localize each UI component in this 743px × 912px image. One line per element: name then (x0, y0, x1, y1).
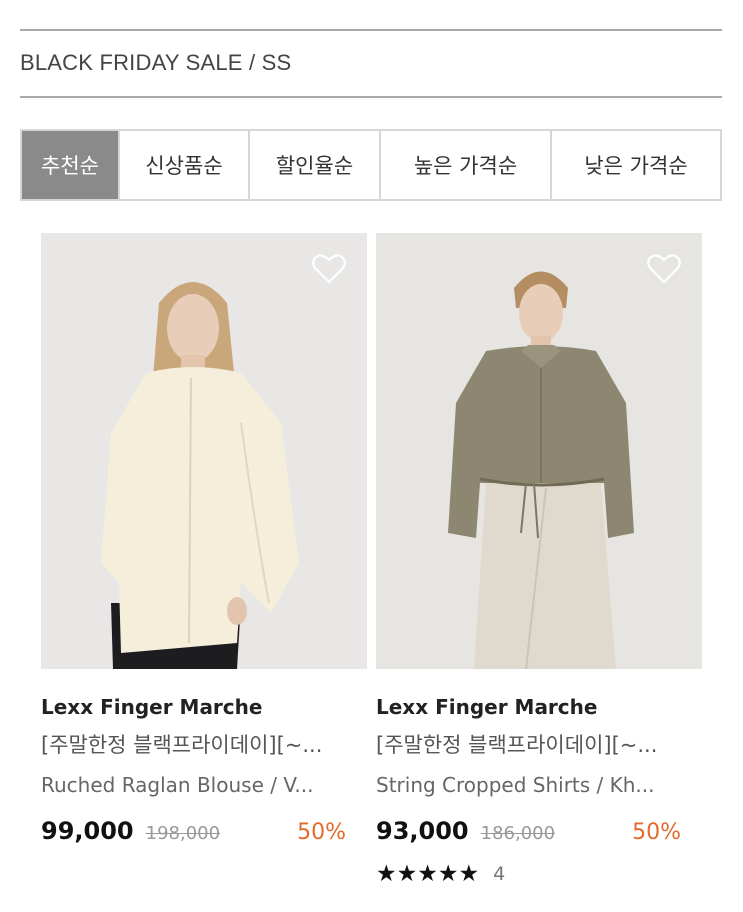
tab-newest[interactable]: 신상품순 (120, 131, 250, 199)
sale-price: 99,000 (41, 817, 134, 845)
discount-rate: 50% (297, 820, 346, 845)
product-name[interactable]: Ruched Raglan Blouse / V... (41, 773, 346, 797)
top-divider (20, 29, 722, 31)
page-title: BLACK FRIDAY SALE / SS (20, 50, 292, 75)
product-subtitle[interactable]: [주말한정 블랙프라이데이][~... (41, 729, 351, 759)
tab-low-price[interactable]: 낮은 가격순 (552, 131, 720, 199)
product-image[interactable] (376, 233, 702, 669)
original-price: 186,000 (480, 823, 556, 844)
sort-tabs: 추천순 신상품순 할인율순 높은 가격순 낮은 가격순 (20, 129, 722, 201)
review-count: 4 (493, 863, 506, 885)
tab-high-price[interactable]: 높은 가격순 (381, 131, 552, 199)
rating-row: ★★★★★ 4 (376, 861, 702, 887)
discount-rate: 50% (632, 820, 681, 845)
product-card[interactable]: Lexx Finger Marche [주말한정 블랙프라이데이][~... S… (376, 233, 702, 887)
wishlist-heart-icon[interactable] (311, 251, 347, 287)
wishlist-heart-icon[interactable] (646, 251, 682, 287)
product-image[interactable] (41, 233, 367, 669)
sale-price: 93,000 (376, 817, 469, 845)
model-cream-blouse-image (41, 233, 367, 669)
model-khaki-shirt-image (376, 233, 702, 669)
product-name[interactable]: String Cropped Shirts / Kh... (376, 773, 681, 797)
original-price: 198,000 (145, 823, 221, 844)
tab-recommended[interactable]: 추천순 (22, 131, 120, 199)
tab-discount-rate[interactable]: 할인율순 (250, 131, 381, 199)
product-list-page: BLACK FRIDAY SALE / SS 추천순 신상품순 할인율순 높은 … (0, 0, 743, 912)
star-rating-icon: ★★★★★ (376, 861, 480, 887)
title-divider (20, 96, 722, 98)
price-row: 99,000 198,000 50% (41, 817, 346, 845)
product-brand[interactable]: Lexx Finger Marche (41, 695, 367, 719)
product-brand[interactable]: Lexx Finger Marche (376, 695, 702, 719)
product-card[interactable]: Lexx Finger Marche [주말한정 블랙프라이데이][~... R… (41, 233, 367, 845)
price-row: 93,000 186,000 50% (376, 817, 681, 845)
product-subtitle[interactable]: [주말한정 블랙프라이데이][~... (376, 729, 686, 759)
